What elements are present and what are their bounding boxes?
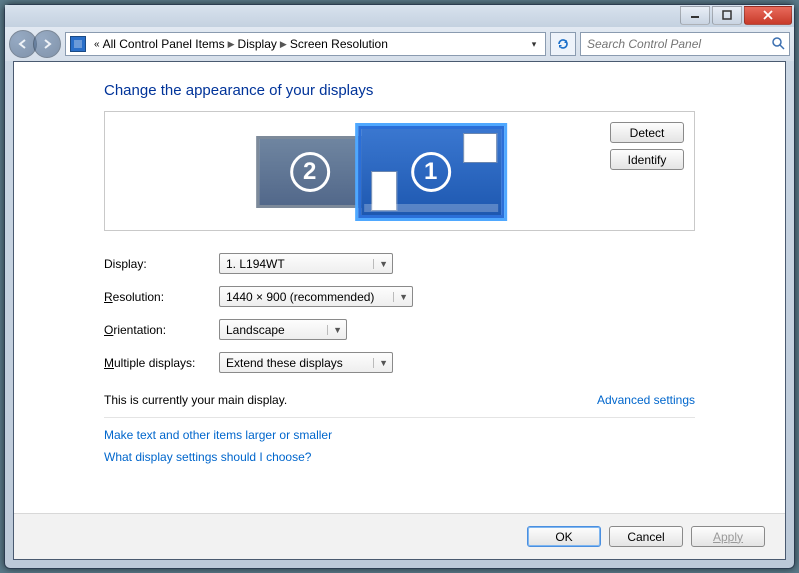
search-icon[interactable] (771, 36, 785, 53)
breadcrumb[interactable]: « All Control Panel Items ▶ Display ▶ Sc… (90, 35, 392, 53)
resolution-select[interactable]: 1440 × 900 (recommended) ▼ (219, 286, 413, 307)
search-box[interactable] (580, 32, 790, 56)
crumb-screenres[interactable]: Screen Resolution (290, 37, 388, 51)
mini-window-icon (463, 133, 497, 163)
chevron-down-icon: ▼ (393, 292, 408, 302)
maximize-button[interactable] (712, 6, 742, 25)
crumb-all[interactable]: All Control Panel Items (103, 37, 225, 51)
multiple-displays-label: Multiple displays: (104, 356, 219, 370)
detect-button[interactable]: Detect (610, 122, 684, 143)
monitor-1[interactable]: 1 (358, 126, 504, 218)
window-frame: « All Control Panel Items ▶ Display ▶ Sc… (4, 4, 795, 569)
chevron-down-icon: ▼ (373, 259, 388, 269)
help-links: Make text and other items larger or smal… (104, 428, 695, 464)
chevron-down-icon: ▼ (373, 358, 388, 368)
identify-button[interactable]: Identify (610, 149, 684, 170)
advanced-settings-link[interactable]: Advanced settings (597, 393, 695, 407)
ok-button[interactable]: OK (527, 526, 601, 547)
nav-row: « All Control Panel Items ▶ Display ▶ Sc… (5, 27, 794, 61)
page-title: Change the appearance of your displays (104, 82, 695, 99)
cancel-button[interactable]: Cancel (609, 526, 683, 547)
control-panel-icon (70, 36, 86, 52)
crumb-display[interactable]: Display (238, 37, 277, 51)
close-button[interactable] (744, 6, 792, 25)
nav-arrows (9, 30, 61, 58)
maximize-icon (722, 10, 732, 20)
titlebar (5, 5, 794, 27)
resolution-label: Resolution: (104, 290, 219, 304)
settings-form: Display: 1. L194WT ▼ Resolution: 1440 × … (104, 253, 695, 373)
multiple-displays-value: Extend these displays (226, 356, 343, 370)
text-size-link[interactable]: Make text and other items larger or smal… (104, 428, 695, 442)
content-area: Change the appearance of your displays 2… (13, 61, 786, 560)
chevron-right-icon: ▶ (280, 39, 287, 50)
content-inner: Change the appearance of your displays 2… (14, 62, 785, 513)
dialog-footer: OK Cancel Apply (14, 513, 785, 559)
display-arrangement-box[interactable]: 2 1 Detect Identify (104, 111, 695, 231)
display-value: 1. L194WT (226, 257, 285, 271)
forward-button[interactable] (33, 30, 61, 58)
mini-taskbar-icon (364, 204, 498, 212)
minimize-icon (690, 10, 700, 20)
chevron-right-icon: ▶ (228, 39, 235, 50)
arrange-side-buttons: Detect Identify (610, 122, 684, 170)
window-buttons (680, 6, 792, 25)
close-icon (763, 10, 773, 20)
display-label: Display: (104, 257, 219, 271)
refresh-icon (556, 37, 570, 51)
address-dropdown[interactable]: ▾ (525, 39, 543, 50)
search-input[interactable] (585, 36, 767, 52)
resolution-value: 1440 × 900 (recommended) (226, 290, 374, 304)
monitor-2[interactable]: 2 (256, 136, 364, 208)
main-display-row: This is currently your main display. Adv… (104, 393, 695, 418)
orientation-label: Orientation: (104, 323, 219, 337)
minimize-button[interactable] (680, 6, 710, 25)
chevron-left-icon: « (94, 39, 100, 50)
apply-button[interactable]: Apply (691, 526, 765, 547)
refresh-button[interactable] (550, 32, 576, 56)
display-select[interactable]: 1. L194WT ▼ (219, 253, 393, 274)
main-display-message: This is currently your main display. (104, 393, 287, 407)
monitor-group[interactable]: 2 1 (256, 126, 504, 218)
chevron-down-icon: ▼ (327, 325, 342, 335)
help-link[interactable]: What display settings should I choose? (104, 450, 695, 464)
forward-arrow-icon (41, 38, 53, 50)
orientation-select[interactable]: Landscape ▼ (219, 319, 347, 340)
multiple-displays-select[interactable]: Extend these displays ▼ (219, 352, 393, 373)
address-bar[interactable]: « All Control Panel Items ▶ Display ▶ Sc… (65, 32, 546, 56)
back-arrow-icon (17, 38, 29, 50)
orientation-value: Landscape (226, 323, 285, 337)
monitor-1-number: 1 (411, 152, 451, 192)
monitor-2-number: 2 (290, 152, 330, 192)
